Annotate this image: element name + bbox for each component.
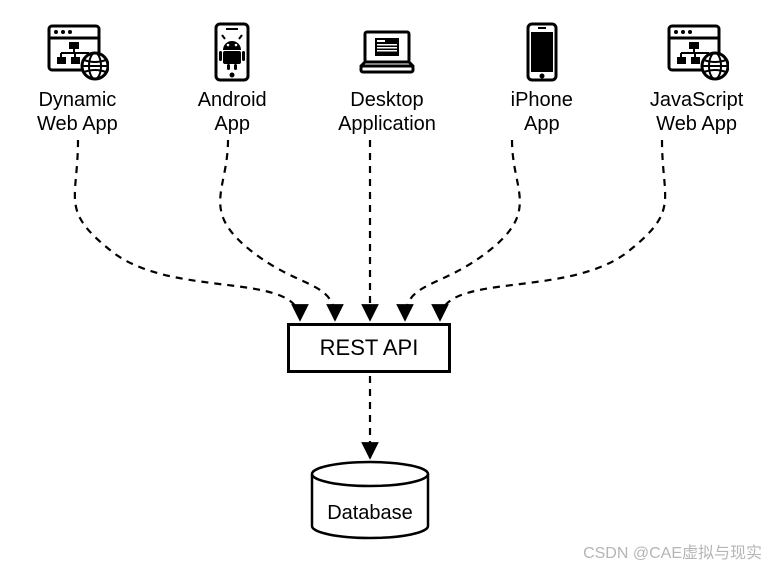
browser-sitemap-globe-icon <box>45 20 109 84</box>
client-android-app: AndroidApp <box>162 20 302 136</box>
edge-iphone-to-rest <box>405 140 520 320</box>
client-javascript-web-app: JavaScriptWeb App <box>627 20 767 136</box>
client-desktop-app: DesktopApplication <box>317 20 457 136</box>
client-iphone-app: iPhoneApp <box>472 20 612 136</box>
database-node: Database <box>300 460 440 540</box>
database-label: Database <box>300 502 440 525</box>
client-label: AndroidApp <box>198 88 267 136</box>
android-phone-icon <box>200 20 264 84</box>
iphone-icon <box>510 20 574 84</box>
client-label: DesktopApplication <box>338 88 436 136</box>
rest-api-box: REST API <box>287 323 451 373</box>
client-label: DynamicWeb App <box>37 88 118 136</box>
laptop-app-icon <box>355 20 419 84</box>
database-icon <box>300 460 440 540</box>
browser-sitemap-globe-icon <box>665 20 729 84</box>
edge-android-to-rest <box>220 140 335 320</box>
rest-api-label: REST API <box>320 335 419 361</box>
edge-dynamic-to-rest <box>75 140 300 320</box>
client-dynamic-web-app: DynamicWeb App <box>7 20 147 136</box>
client-row: DynamicWeb App AndroidApp <box>0 20 774 136</box>
edge-js-to-rest <box>440 140 665 320</box>
watermark-text: CSDN @CAE虚拟与现实 <box>583 539 762 563</box>
client-label: iPhoneApp <box>511 88 573 136</box>
client-label: JavaScriptWeb App <box>650 88 743 136</box>
